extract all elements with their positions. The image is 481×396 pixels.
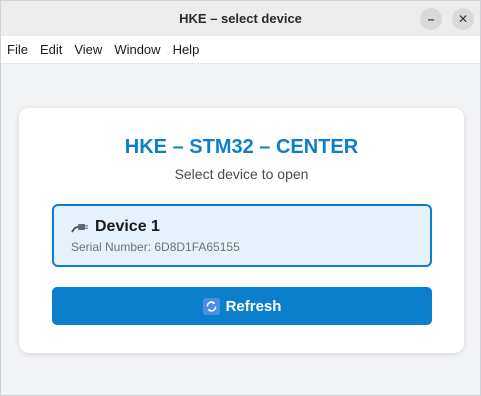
device-serial: Serial Number: 6D8D1FA65155 xyxy=(71,240,240,254)
minimize-icon: – xyxy=(427,12,435,26)
menubar: File Edit View Window Help xyxy=(1,36,480,64)
instructions-text: Select device to open xyxy=(174,166,309,182)
menu-help[interactable]: Help xyxy=(173,42,200,57)
app-window: HKE – select device – ✕ File Edit View W… xyxy=(0,0,481,396)
refresh-button[interactable]: Refresh xyxy=(52,287,432,325)
device-selection-card: HKE – STM32 – CENTER Select device to op… xyxy=(19,108,464,353)
refresh-icon xyxy=(202,297,220,315)
menu-window[interactable]: Window xyxy=(114,42,160,57)
device-list-item[interactable]: Device 1 Serial Number: 6D8D1FA65155 xyxy=(52,204,432,267)
app-heading: HKE – STM32 – CENTER xyxy=(124,136,359,158)
menu-view[interactable]: View xyxy=(74,42,102,57)
window-title: HKE – select device xyxy=(179,11,302,26)
menu-file[interactable]: File xyxy=(7,42,28,57)
menu-edit[interactable]: Edit xyxy=(40,42,62,57)
plug-icon xyxy=(71,219,89,235)
refresh-label: Refresh xyxy=(225,297,282,315)
close-button[interactable]: ✕ xyxy=(452,8,474,30)
titlebar[interactable]: HKE – select device – ✕ xyxy=(1,1,480,36)
minimize-button[interactable]: – xyxy=(420,8,442,30)
close-icon: ✕ xyxy=(457,12,469,26)
device-name-row: Device 1 xyxy=(71,218,160,236)
device-name: Device 1 xyxy=(95,218,160,235)
